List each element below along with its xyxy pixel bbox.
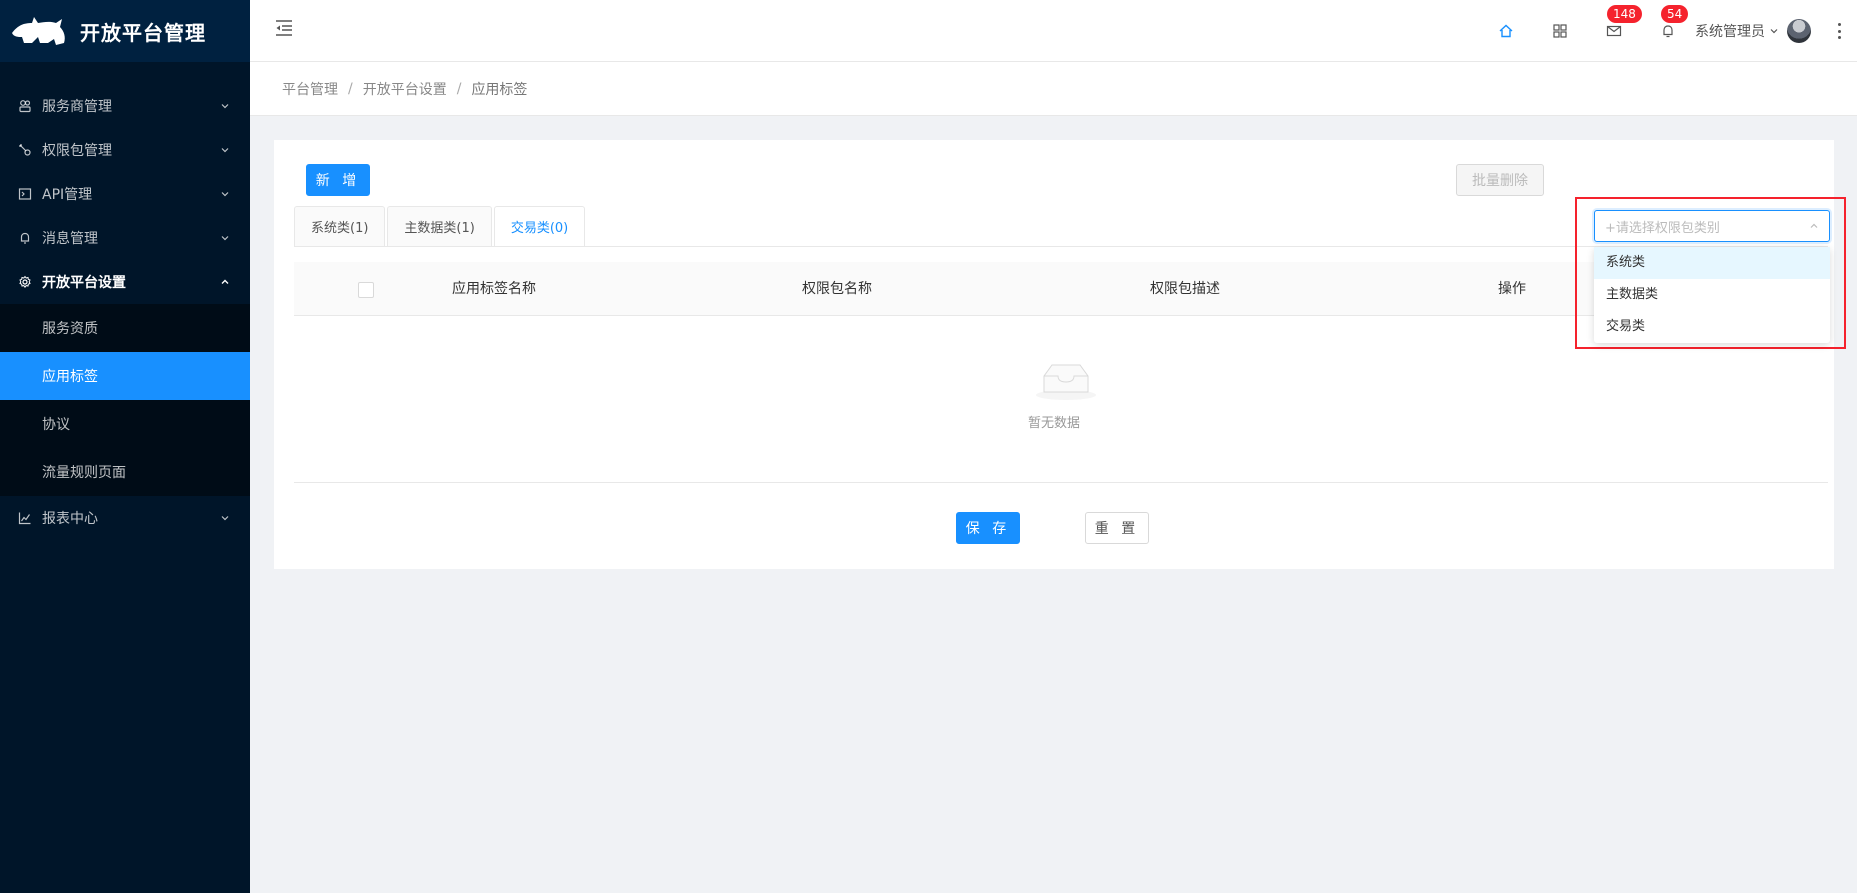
bell-icon[interactable]: 54 bbox=[1660, 5, 1689, 39]
home-icon[interactable] bbox=[1498, 23, 1514, 39]
empty-text: 暂无数据 bbox=[1027, 416, 1080, 431]
more-vertical-icon[interactable] bbox=[1837, 23, 1841, 39]
table-bottom-divider bbox=[294, 482, 1828, 483]
chevron-down-icon bbox=[221, 148, 229, 153]
chevron-down-icon bbox=[221, 516, 229, 521]
side-menu: 服务商管理 权限包管理 API管理 消息管理 开放平台设置 bbox=[0, 84, 250, 304]
sidebar-item-label: 权限包管理 bbox=[42, 143, 112, 159]
option-system[interactable]: 系统类 bbox=[1594, 247, 1830, 279]
sidebar-item-label: 消息管理 bbox=[42, 231, 98, 247]
tab-master-data[interactable]: 主数据类(1) bbox=[387, 206, 492, 246]
batch-delete-button[interactable]: 批量删除 bbox=[1456, 164, 1544, 196]
sidebar-item-service-provider[interactable]: 服务商管理 bbox=[0, 84, 250, 128]
tab-system[interactable]: 系统类(1) bbox=[294, 206, 386, 246]
column-header: 操作 bbox=[1498, 281, 1526, 297]
user-name[interactable]: 系统管理员 bbox=[1695, 21, 1765, 41]
chevron-up-icon bbox=[221, 279, 229, 284]
sidebar-item-label: 服务商管理 bbox=[42, 99, 112, 115]
rhino-logo-icon bbox=[12, 17, 65, 45]
mail-badge: 148 bbox=[1607, 5, 1642, 23]
empty-inbox-icon bbox=[1036, 364, 1096, 400]
sidebar-item-message[interactable]: 消息管理 bbox=[0, 216, 250, 260]
permission-category-select[interactable]: +请选择权限包类别 bbox=[1594, 210, 1830, 242]
logo[interactable]: 开放平台管理 bbox=[0, 0, 250, 62]
chevron-down-icon bbox=[221, 104, 229, 109]
sidebar-item-api[interactable]: API管理 bbox=[0, 172, 250, 216]
option-master-data[interactable]: 主数据类 bbox=[1594, 279, 1830, 311]
breadcrumb-current: 应用标签 bbox=[471, 81, 528, 98]
grid-icon[interactable] bbox=[1552, 23, 1568, 39]
menu-fold-icon[interactable] bbox=[274, 18, 294, 38]
sidebar-subitem-qualification[interactable]: 服务资质 bbox=[0, 304, 250, 352]
column-header: 权限包描述 bbox=[1150, 281, 1220, 297]
reset-button[interactable]: 重 置 bbox=[1085, 512, 1149, 544]
header-actions: 148 54 系统管理员 bbox=[1460, 0, 1857, 62]
save-button[interactable]: 保 存 bbox=[956, 512, 1020, 544]
chevron-up-icon bbox=[1810, 223, 1818, 228]
sidebar-item-label: 报表中心 bbox=[42, 511, 98, 527]
column-header: 权限包名称 bbox=[802, 281, 872, 297]
select-dropdown: 系统类 主数据类 交易类 bbox=[1594, 247, 1830, 343]
side-menu-bottom: 报表中心 bbox=[0, 496, 250, 540]
sidebar-subitem-agreement[interactable]: 协议 bbox=[0, 400, 250, 448]
breadcrumb-separator: / bbox=[456, 80, 462, 97]
breadcrumb-item[interactable]: 平台管理 bbox=[282, 79, 338, 99]
select-placeholder: +请选择权限包类别 bbox=[1605, 220, 1720, 236]
notification-badge: 54 bbox=[1661, 5, 1689, 23]
sidebar-item-label: 开放平台设置 bbox=[42, 275, 126, 291]
avatar[interactable] bbox=[1787, 19, 1811, 43]
add-button[interactable]: 新 增 bbox=[306, 164, 370, 196]
gear-icon bbox=[18, 275, 32, 289]
breadcrumb-item[interactable]: 开放平台设置 bbox=[363, 79, 447, 99]
api-icon bbox=[18, 187, 32, 201]
select-all-checkbox[interactable] bbox=[358, 282, 374, 298]
top-header: 148 54 系统管理员 bbox=[250, 0, 1857, 62]
breadcrumb-separator: / bbox=[348, 80, 353, 97]
column-header: 应用标签名称 bbox=[452, 281, 536, 297]
sidebar-subitem-traffic-rules[interactable]: 流量规则页面 bbox=[0, 448, 250, 496]
app-title: 开放平台管理 bbox=[80, 20, 206, 45]
sidebar-subitem-app-tags[interactable]: 应用标签 bbox=[0, 352, 250, 400]
platform-settings-submenu: 服务资质 应用标签 协议 流量规则页面 bbox=[0, 304, 250, 496]
category-tabs: 系统类(1) 主数据类(1) 交易类(0) bbox=[294, 206, 587, 247]
sidebar: 开放平台管理 服务商管理 权限包管理 API管理 消息管理 开放平台设置 服务资… bbox=[0, 0, 250, 893]
option-transaction[interactable]: 交易类 bbox=[1594, 311, 1830, 343]
provider-icon bbox=[18, 99, 32, 113]
bell-icon bbox=[18, 231, 32, 245]
chevron-down-icon[interactable] bbox=[1769, 26, 1779, 36]
tab-transaction[interactable]: 交易类(0) bbox=[493, 206, 586, 247]
sidebar-item-label: API管理 bbox=[42, 187, 93, 203]
breadcrumb: 平台管理 / 开放平台设置 / 应用标签 bbox=[250, 62, 1857, 116]
chart-icon bbox=[18, 511, 32, 525]
mail-icon[interactable]: 148 bbox=[1606, 5, 1642, 39]
permission-icon bbox=[18, 143, 32, 157]
chevron-down-icon bbox=[221, 236, 229, 241]
chevron-down-icon bbox=[221, 192, 229, 197]
sidebar-item-permission[interactable]: 权限包管理 bbox=[0, 128, 250, 172]
sidebar-item-reports[interactable]: 报表中心 bbox=[0, 496, 250, 540]
sidebar-item-platform-settings[interactable]: 开放平台设置 bbox=[0, 260, 250, 304]
